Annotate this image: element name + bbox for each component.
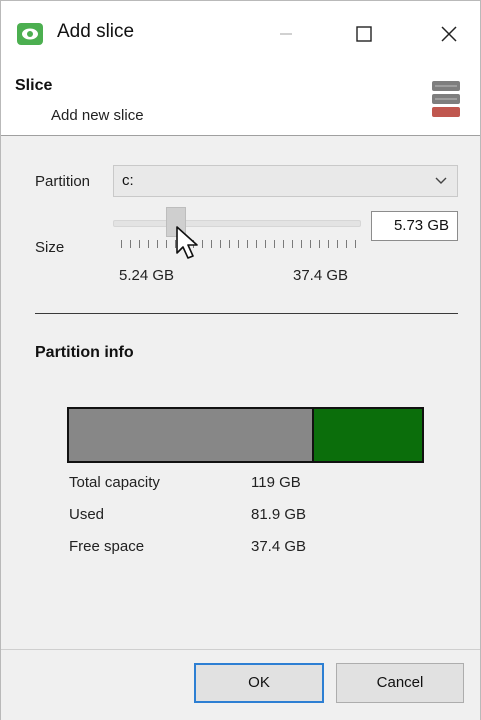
mouse-pointer-icon xyxy=(176,226,198,259)
window-title: Add slice xyxy=(57,21,135,42)
partition-value: c: xyxy=(122,172,134,189)
size-value-field[interactable]: 5.73 GB xyxy=(371,211,458,241)
partition-dropdown[interactable]: c: xyxy=(113,165,458,197)
partition-info-title: Partition info xyxy=(35,344,134,361)
database-icon xyxy=(432,81,460,117)
info-value-used: 81.9 GB xyxy=(251,506,307,523)
size-slider-track[interactable] xyxy=(113,220,361,227)
dialog-header: Slice Add new slice xyxy=(1,69,480,136)
usage-used-segment xyxy=(69,409,312,461)
partition-label: Partition xyxy=(35,173,91,190)
chevron-down-icon xyxy=(435,177,447,184)
slider-ticks xyxy=(121,240,356,248)
separator xyxy=(35,313,458,314)
info-label-used: Used xyxy=(69,506,105,523)
add-slice-dialog: Add slice Slice Add new slice Partition … xyxy=(0,0,481,720)
size-label: Size xyxy=(35,239,65,256)
info-label-total: Total capacity xyxy=(69,474,160,491)
header-title: Slice xyxy=(15,77,53,94)
ok-button[interactable]: OK xyxy=(194,663,324,703)
info-value-free: 37.4 GB xyxy=(251,538,307,555)
minimize-button[interactable] xyxy=(263,11,309,57)
usage-free-segment xyxy=(312,409,422,461)
eye-app-icon xyxy=(17,23,43,45)
partition-usage-bar xyxy=(67,407,424,463)
slider-min-label: 5.24 GB xyxy=(119,267,175,284)
title-bar[interactable]: Add slice xyxy=(1,1,480,69)
close-button[interactable] xyxy=(426,11,472,57)
info-label-free: Free space xyxy=(69,538,145,555)
minimize-icon xyxy=(280,33,292,35)
maximize-icon xyxy=(356,26,372,42)
header-subtitle: Add new slice xyxy=(51,107,144,124)
info-value-total: 119 GB xyxy=(251,474,301,491)
maximize-button[interactable] xyxy=(341,11,387,57)
slider-max-label: 37.4 GB xyxy=(293,267,349,284)
cancel-button[interactable]: Cancel xyxy=(336,663,464,703)
close-icon xyxy=(441,26,457,42)
